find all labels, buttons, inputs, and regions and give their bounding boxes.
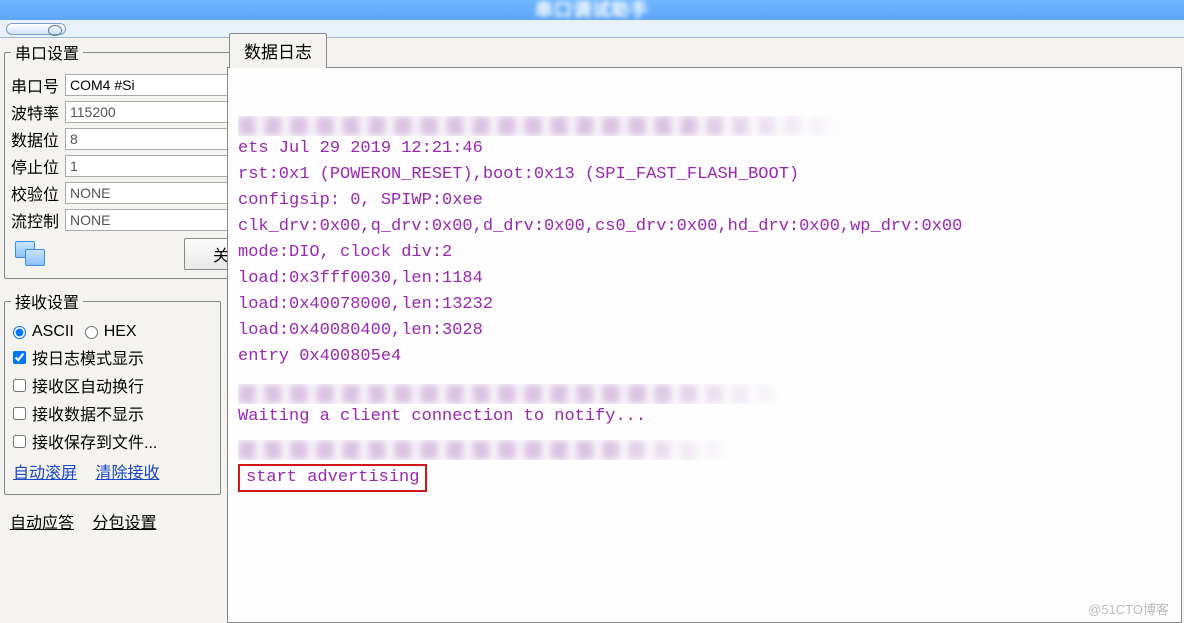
save-file-label: 接收保存到文件...: [32, 429, 157, 453]
save-file-check[interactable]: [13, 435, 26, 448]
log-waiting-line: Waiting a client connection to notify...: [238, 404, 1171, 430]
port-label: 串口号: [11, 73, 65, 97]
log-line: entry 0x400805e4: [238, 344, 1171, 370]
hex-radio[interactable]: [85, 326, 98, 339]
redacted-line: [238, 116, 878, 136]
log-line: load:0x3fff0030,len:1184: [238, 266, 1171, 292]
log-line: mode:DIO, clock div:2: [238, 240, 1171, 266]
clear-recv-link[interactable]: 清除接收: [95, 465, 159, 482]
log-line: clk_drv:0x00,q_drv:0x00,d_drv:0x00,cs0_d…: [238, 214, 1171, 240]
log-mode-check[interactable]: [13, 351, 26, 364]
auto-wrap-check[interactable]: [13, 379, 26, 392]
ascii-label: ASCII: [32, 323, 74, 341]
log-line: ets Jul 29 2019 12:21:46: [238, 136, 1171, 162]
log-line: configsip: 0, SPIWP:0xee: [238, 188, 1171, 214]
tab-strip: 数据日志: [227, 38, 1182, 68]
toolbar: [0, 20, 1184, 38]
log-output[interactable]: ets Jul 29 2019 12:21:46 rst:0x1 (POWERO…: [227, 68, 1182, 623]
watermark: @51CTO博客: [1088, 599, 1169, 618]
parity-label: 校验位: [11, 181, 65, 205]
port-settings-legend: 串口设置: [11, 40, 83, 64]
baud-label: 波特率: [11, 100, 65, 124]
log-mode-label: 按日志模式显示: [32, 345, 144, 369]
databits-label: 数据位: [11, 127, 65, 151]
log-advertising-line: start advertising: [246, 468, 419, 487]
log-line: load:0x40078000,len:13232: [238, 292, 1171, 318]
recv-settings-group: 接收设置 ASCII HEX 按日志模式显示 接收区自动换行: [4, 289, 221, 495]
hex-label: HEX: [104, 323, 137, 341]
hide-recv-check[interactable]: [13, 407, 26, 420]
ascii-radio[interactable]: [13, 326, 26, 339]
log-line: rst:0x1 (POWERON_RESET),boot:0x13 (SPI_F…: [238, 162, 1171, 188]
flow-label: 流控制: [11, 208, 65, 232]
toolbar-widget[interactable]: [6, 23, 66, 35]
highlight-advertising: start advertising: [238, 464, 427, 492]
tab-data-log[interactable]: 数据日志: [229, 33, 327, 68]
window-title-bar: 串口调试助手: [0, 0, 1184, 20]
left-sidebar: 串口设置 串口号 波特率 数据位: [0, 38, 225, 623]
recv-settings-legend: 接收设置: [11, 289, 83, 313]
hide-recv-label: 接收数据不显示: [32, 401, 144, 425]
redacted-line: [238, 440, 758, 460]
log-line: load:0x40080400,len:3028: [238, 318, 1171, 344]
auto-reply-button[interactable]: 自动应答: [10, 515, 74, 532]
redacted-line: [238, 384, 818, 404]
window-title: 串口调试助手: [535, 0, 649, 20]
packet-settings-button[interactable]: 分包设置: [92, 515, 156, 532]
auto-wrap-label: 接收区自动换行: [32, 373, 144, 397]
connection-icon[interactable]: [11, 239, 49, 269]
auto-scroll-link[interactable]: 自动滚屏: [13, 465, 77, 482]
stopbits-label: 停止位: [11, 154, 65, 178]
